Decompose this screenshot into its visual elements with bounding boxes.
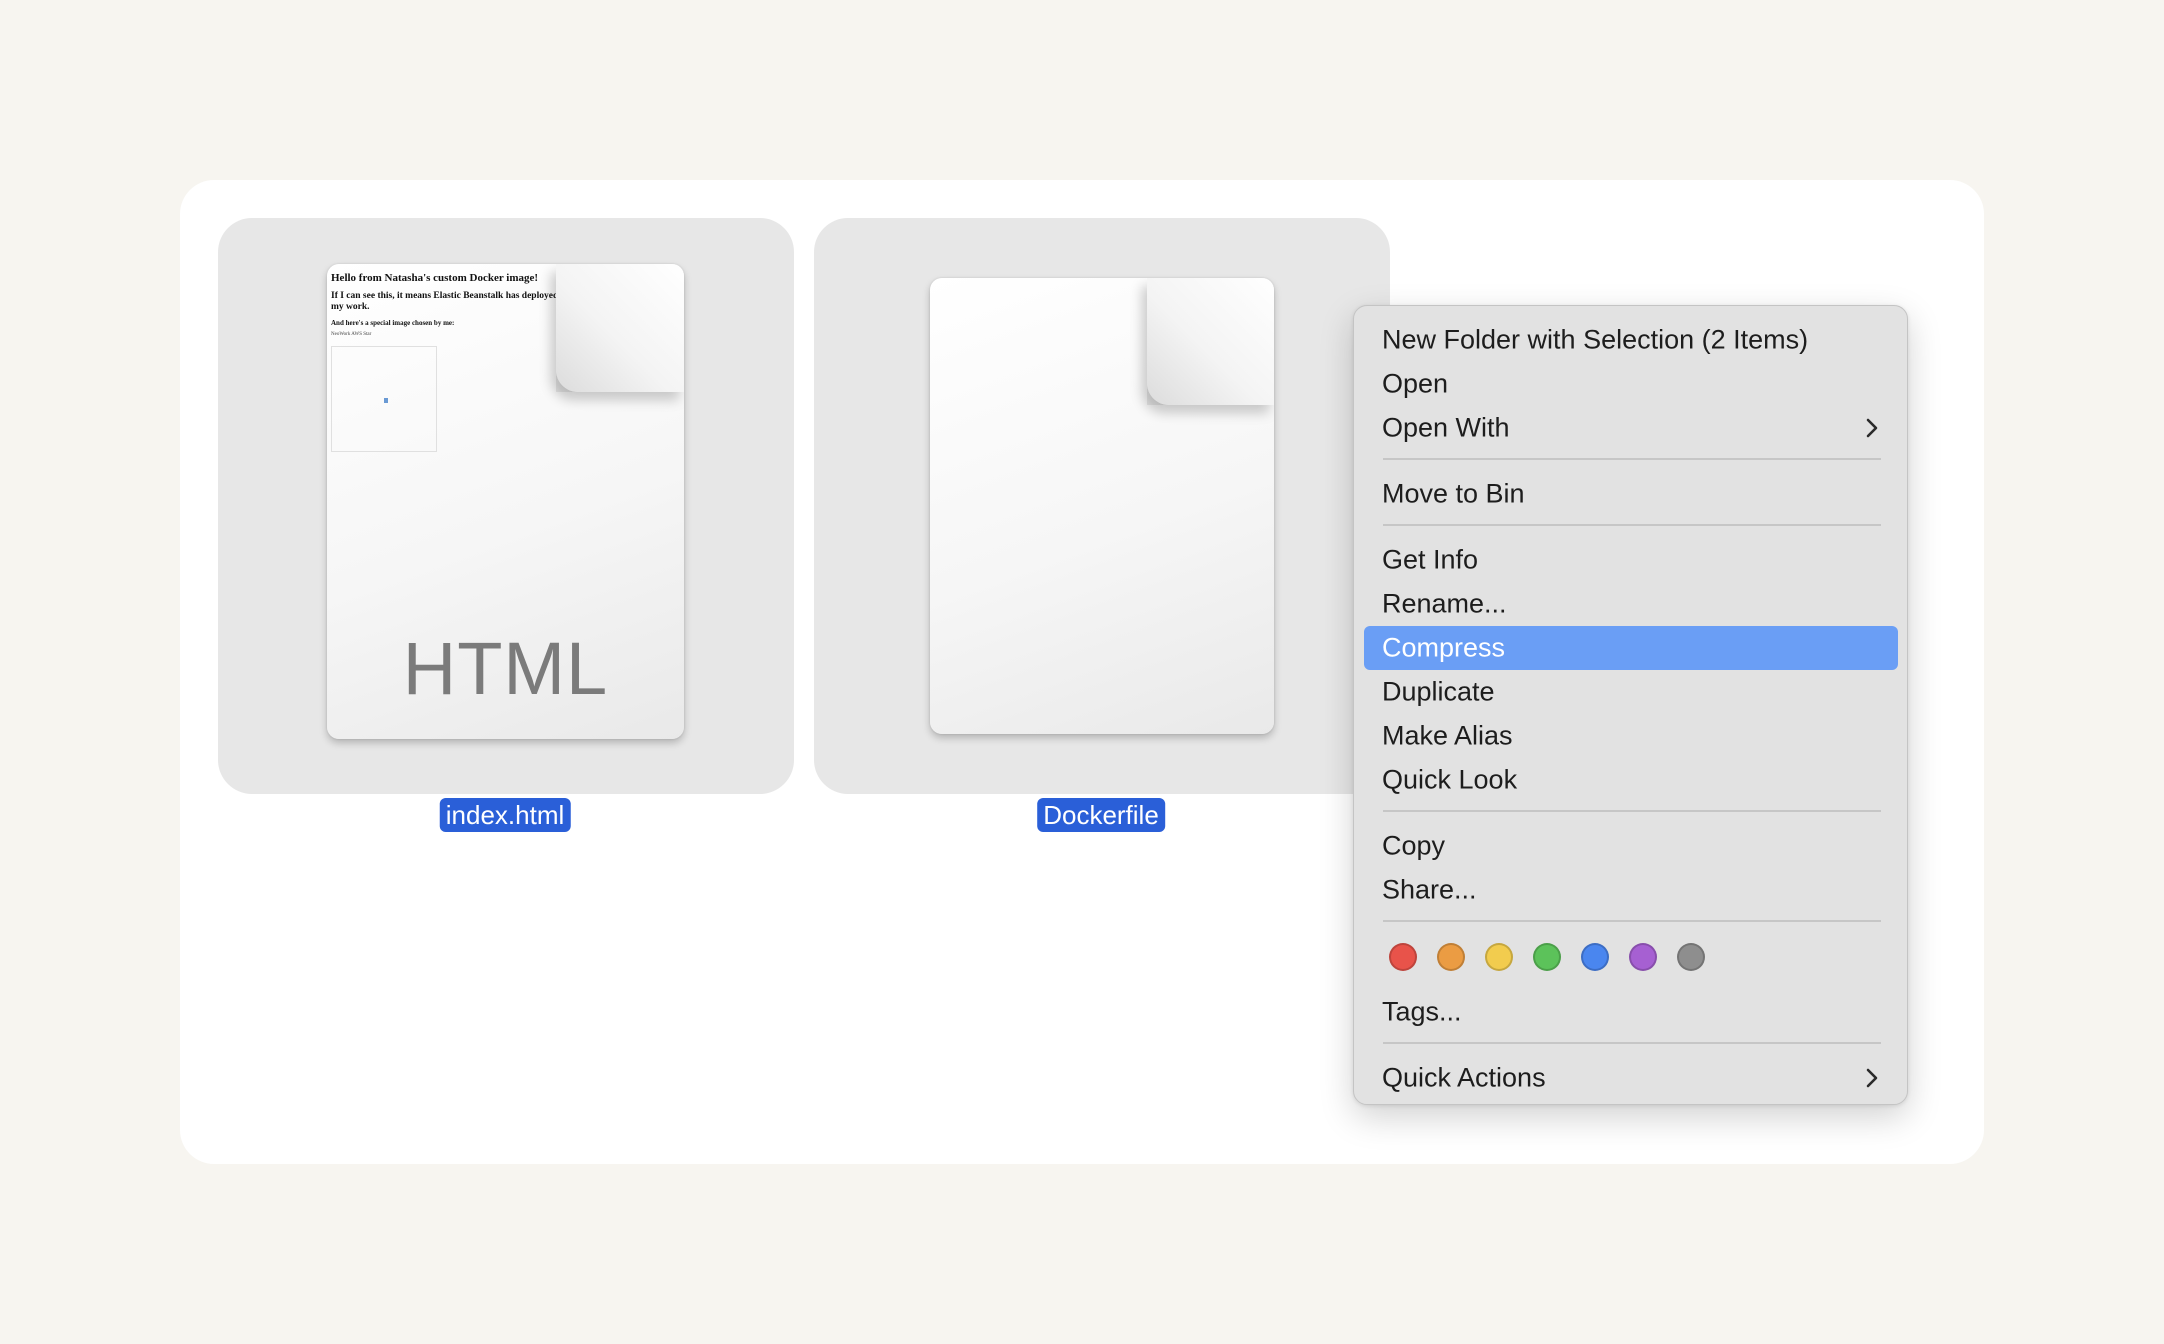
menu-item-label: Get Info: [1382, 544, 1479, 575]
menu-item-label: Open With: [1382, 412, 1510, 443]
menu-item-quick-actions[interactable]: Quick Actions: [1364, 1056, 1898, 1100]
tag-red-icon[interactable]: [1389, 943, 1417, 971]
menu-item-label: Tags...: [1382, 996, 1462, 1027]
menu-separator: [1383, 458, 1881, 460]
tag-orange-icon[interactable]: [1437, 943, 1465, 971]
file-type-label: HTML: [402, 627, 609, 710]
html-file-icon[interactable]: Hello from Natasha's custom Docker image…: [327, 264, 684, 739]
menu-item-share[interactable]: Share...: [1364, 868, 1898, 912]
menu-item-tags[interactable]: Tags...: [1364, 990, 1898, 1034]
tag-gray-icon[interactable]: [1677, 943, 1705, 971]
menu-item-label: Copy: [1382, 830, 1446, 861]
menu-item-make-alias[interactable]: Make Alias: [1364, 714, 1898, 758]
menu-item-label: Make Alias: [1382, 720, 1513, 751]
page-fold-corner: [1147, 278, 1274, 405]
menu-item-label: Quick Actions: [1382, 1062, 1546, 1093]
menu-item-quick-look[interactable]: Quick Look: [1364, 758, 1898, 802]
menu-item-get-info[interactable]: Get Info: [1364, 538, 1898, 582]
tag-purple-icon[interactable]: [1629, 943, 1657, 971]
menu-separator: [1383, 920, 1881, 922]
tag-yellow-icon[interactable]: [1485, 943, 1513, 971]
context-menu: New Folder with Selection (2 Items) Open…: [1353, 305, 1908, 1105]
menu-item-rename[interactable]: Rename...: [1364, 582, 1898, 626]
menu-item-new-folder-with-selection[interactable]: New Folder with Selection (2 Items): [1364, 318, 1898, 362]
preview-image-caption: NeoWork AWS Star: [331, 332, 372, 337]
menu-item-label: Open: [1382, 368, 1449, 399]
preview-line: If I can see this, it means Elastic Bean…: [331, 291, 559, 312]
menu-item-label: Compress: [1382, 632, 1506, 663]
generic-file-icon[interactable]: [930, 278, 1274, 734]
html-preview: Hello from Natasha's custom Docker image…: [331, 272, 571, 452]
broken-image-icon: [384, 398, 388, 403]
menu-item-label: Move to Bin: [1382, 478, 1525, 509]
menu-item-compress[interactable]: Compress: [1364, 626, 1898, 670]
menu-separator: [1383, 810, 1881, 812]
preview-heading: Hello from Natasha's custom Docker image…: [331, 272, 539, 284]
menu-item-move-to-bin[interactable]: Move to Bin: [1364, 472, 1898, 516]
tag-blue-icon[interactable]: [1581, 943, 1609, 971]
menu-item-label: Rename...: [1382, 588, 1507, 619]
menu-separator: [1383, 1042, 1881, 1044]
menu-item-label: Duplicate: [1382, 676, 1495, 707]
filename-dockerfile[interactable]: Dockerfile: [1037, 798, 1165, 832]
menu-separator: [1383, 524, 1881, 526]
menu-item-open[interactable]: Open: [1364, 362, 1898, 406]
chevron-right-icon: [1866, 418, 1878, 438]
page-fold-corner: [556, 264, 684, 392]
menu-item-copy[interactable]: Copy: [1364, 824, 1898, 868]
menu-item-label: New Folder with Selection (2 Items): [1382, 324, 1809, 355]
menu-item-duplicate[interactable]: Duplicate: [1364, 670, 1898, 714]
menu-item-label: Share...: [1382, 874, 1477, 905]
preview-image-placeholder: [331, 346, 437, 452]
chevron-right-icon: [1866, 1068, 1878, 1088]
filename-index-html[interactable]: index.html: [439, 798, 571, 832]
menu-item-label: Quick Look: [1382, 764, 1518, 795]
menu-item-open-with[interactable]: Open With: [1364, 406, 1898, 450]
preview-line: And here's a special image chosen by me:: [331, 319, 455, 327]
tag-green-icon[interactable]: [1533, 943, 1561, 971]
